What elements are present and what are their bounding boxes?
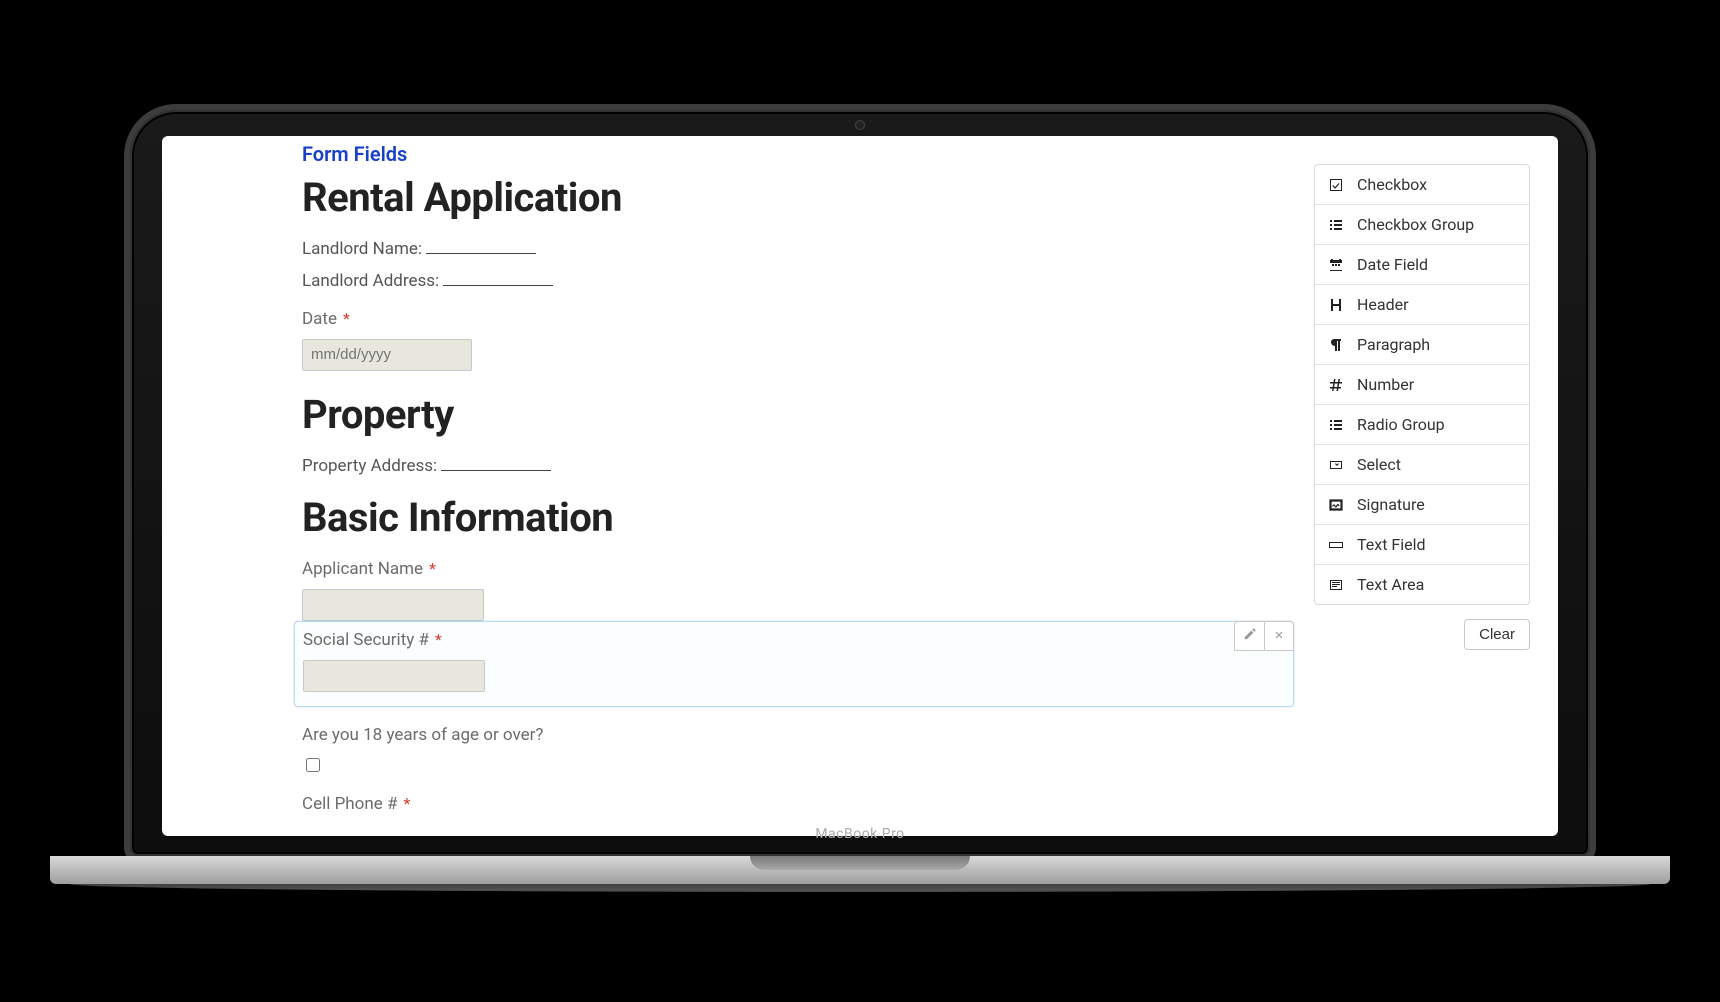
applicant-name-label: Applicant Name* [302, 559, 1294, 579]
laptop-base [50, 856, 1670, 884]
palette-item-label: Header [1357, 295, 1409, 314]
palette-item-text-field[interactable]: Text Field [1315, 525, 1529, 565]
laptop-mockup: Form Fields Rental Application Landlord … [130, 110, 1590, 892]
palette-item-label: Date Field [1357, 255, 1428, 274]
field-action-bar: × [1234, 621, 1294, 651]
required-indicator: * [435, 630, 442, 649]
landlord-address-row: Landlord Address: [302, 267, 1294, 291]
ssn-input[interactable] [303, 660, 485, 692]
property-address-label: Property Address: [302, 456, 437, 476]
camera-dot [855, 120, 865, 130]
palette-item-date-field[interactable]: Date Field [1315, 245, 1529, 285]
remove-field-button[interactable]: × [1264, 621, 1294, 651]
letter-h-icon [1327, 297, 1345, 313]
list-check-icon [1327, 217, 1345, 233]
palette-item-label: Select [1357, 455, 1401, 474]
laptop-bezel: Form Fields Rental Application Landlord … [130, 110, 1590, 856]
palette-item-select[interactable]: Select [1315, 445, 1529, 485]
select-icon [1327, 457, 1345, 473]
pilcrow-icon [1327, 337, 1345, 353]
field-palette-sidebar: Checkbox Checkbox Group Date Field Header Pa… [1314, 136, 1530, 836]
required-indicator: * [403, 794, 410, 813]
property-address-row: Property Address: [302, 452, 1294, 476]
breadcrumb[interactable]: Form Fields [302, 136, 1294, 168]
palette-item-header[interactable]: Header [1315, 285, 1529, 325]
pencil-icon [1243, 627, 1257, 644]
palette-item-label: Text Area [1357, 575, 1424, 594]
date-field-label: Date* [302, 309, 1294, 329]
edit-field-button[interactable] [1234, 621, 1264, 651]
screen: Form Fields Rental Application Landlord … [162, 136, 1558, 836]
palette-item-checkbox[interactable]: Checkbox [1315, 165, 1529, 205]
trackpad-notch [750, 856, 970, 870]
palette-item-checkbox-group[interactable]: Checkbox Group [1315, 205, 1529, 245]
age-checkbox[interactable] [306, 758, 320, 772]
field-palette: Checkbox Checkbox Group Date Field Header Pa… [1314, 164, 1530, 605]
date-input[interactable] [302, 339, 472, 371]
palette-item-radio-group[interactable]: Radio Group [1315, 405, 1529, 445]
clear-button[interactable]: Clear [1464, 619, 1530, 650]
landlord-name-row: Landlord Name: [302, 235, 1294, 259]
landlord-name-blank [426, 235, 536, 254]
signature-icon [1327, 497, 1345, 513]
form-canvas[interactable]: Form Fields Rental Application Landlord … [302, 136, 1294, 836]
palette-item-label: Checkbox [1357, 175, 1427, 194]
palette-item-label: Paragraph [1357, 335, 1430, 354]
palette-item-label: Text Field [1357, 535, 1426, 554]
palette-item-number[interactable]: Number [1315, 365, 1529, 405]
required-indicator: * [343, 309, 350, 328]
palette-item-label: Radio Group [1357, 415, 1445, 434]
landlord-address-label: Landlord Address: [302, 271, 439, 291]
close-icon: × [1275, 628, 1284, 643]
palette-item-label: Checkbox Group [1357, 215, 1474, 234]
cell-phone-label: Cell Phone #* [302, 794, 1294, 814]
property-address-blank [441, 452, 551, 471]
required-indicator: * [429, 559, 436, 578]
hash-icon [1327, 377, 1345, 393]
palette-item-label: Number [1357, 375, 1414, 394]
landlord-name-label: Landlord Name: [302, 239, 422, 259]
laptop-foot [70, 884, 1650, 892]
ssn-label: Social Security #* [303, 630, 1285, 650]
text-field-icon [1327, 537, 1345, 553]
device-label: MacBook Pro [815, 826, 904, 842]
palette-item-label: Signature [1357, 495, 1425, 514]
text-area-icon [1327, 577, 1345, 593]
ssn-field-block[interactable]: × Social Security #* [294, 621, 1294, 707]
calendar-icon [1327, 257, 1345, 273]
list-check-icon [1327, 417, 1345, 433]
property-header: Property [302, 391, 1294, 438]
palette-item-signature[interactable]: Signature [1315, 485, 1529, 525]
form-title: Rental Application [302, 174, 1294, 221]
applicant-name-input[interactable] [302, 589, 484, 621]
palette-item-text-area[interactable]: Text Area [1315, 565, 1529, 604]
basic-info-header: Basic Information [302, 494, 1294, 541]
palette-item-paragraph[interactable]: Paragraph [1315, 325, 1529, 365]
landlord-address-blank [443, 267, 553, 286]
age-question-label: Are you 18 years of age or over? [302, 725, 1294, 745]
checkbox-icon [1327, 177, 1345, 193]
